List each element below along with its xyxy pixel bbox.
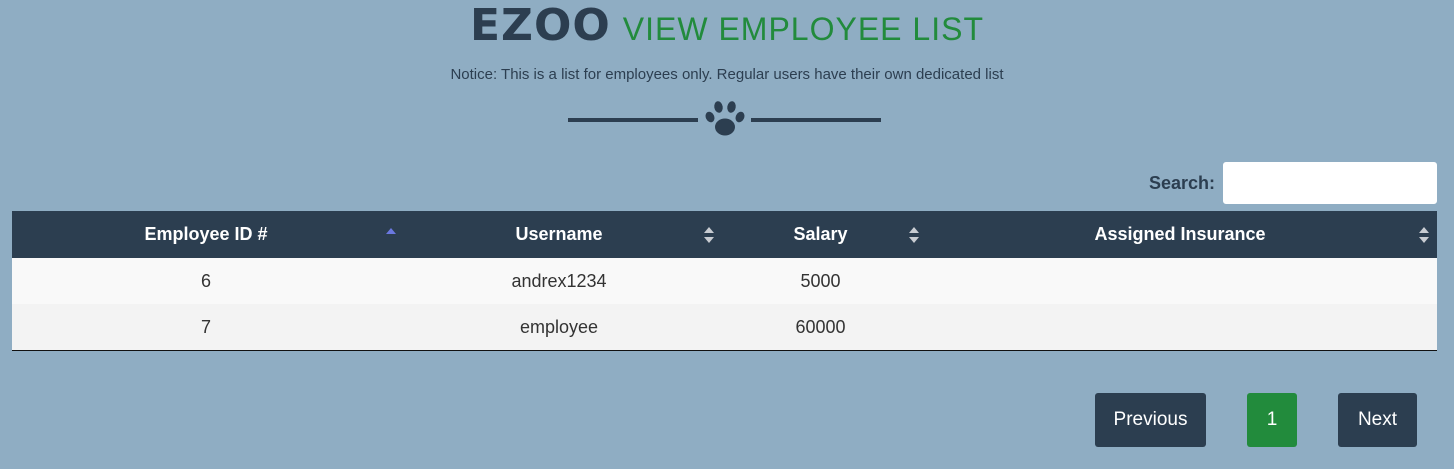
- search-bar: Search:: [1149, 161, 1437, 205]
- cell-employee-id: 6: [12, 258, 400, 304]
- cell-username: andrex1234: [400, 258, 718, 304]
- page-1-button[interactable]: 1: [1247, 393, 1297, 447]
- paw-icon: [705, 101, 745, 136]
- table-row[interactable]: 6 andrex1234 5000: [12, 258, 1437, 304]
- search-input[interactable]: [1223, 162, 1437, 204]
- previous-page-button[interactable]: Previous: [1095, 393, 1206, 447]
- page-title: EZOO VIEW EMPLOYEE LIST: [0, 0, 1454, 51]
- column-header-salary[interactable]: Salary: [718, 211, 923, 258]
- employee-list-page: EZOO VIEW EMPLOYEE LIST Notice: This is a…: [0, 0, 1454, 469]
- column-header-username[interactable]: Username: [400, 211, 718, 258]
- next-page-button[interactable]: Next: [1338, 393, 1417, 447]
- column-header-label: Assigned Insurance: [1094, 224, 1266, 244]
- cell-assigned-insurance: [923, 304, 1437, 351]
- column-header-label: Salary: [793, 224, 848, 244]
- column-header-employee-id[interactable]: Employee ID #: [12, 211, 400, 258]
- cell-username: employee: [400, 304, 718, 351]
- sort-both-icon: [1419, 227, 1429, 243]
- sort-ascending-icon: [386, 228, 396, 234]
- pagination: Previous 1 Next: [0, 393, 1454, 447]
- search-label: Search:: [1148, 172, 1215, 193]
- cell-assigned-insurance: [923, 258, 1437, 304]
- notice-text: Notice: This is a list for employees onl…: [450, 66, 1004, 83]
- column-header-label: Username: [515, 224, 603, 244]
- sort-both-icon: [704, 227, 714, 243]
- table-header-row: Employee ID # Username Salary Assigned I…: [12, 211, 1437, 258]
- column-header-assigned-insurance[interactable]: Assigned Insurance: [923, 211, 1437, 258]
- column-header-label: Employee ID #: [144, 224, 268, 244]
- table-row[interactable]: 7 employee 60000: [12, 304, 1437, 351]
- page-subtitle: VIEW EMPLOYEE LIST: [622, 11, 984, 47]
- sort-both-icon: [909, 227, 919, 243]
- cell-salary: 5000: [718, 258, 923, 304]
- cell-employee-id: 7: [12, 304, 400, 351]
- cell-salary: 60000: [718, 304, 923, 351]
- divider-line-left: [568, 118, 698, 122]
- divider-line-right: [751, 118, 881, 122]
- brand-logo-text[interactable]: EZOO: [470, 0, 611, 51]
- paw-divider: [0, 100, 1454, 140]
- employee-table: Employee ID # Username Salary Assigned I…: [12, 211, 1437, 351]
